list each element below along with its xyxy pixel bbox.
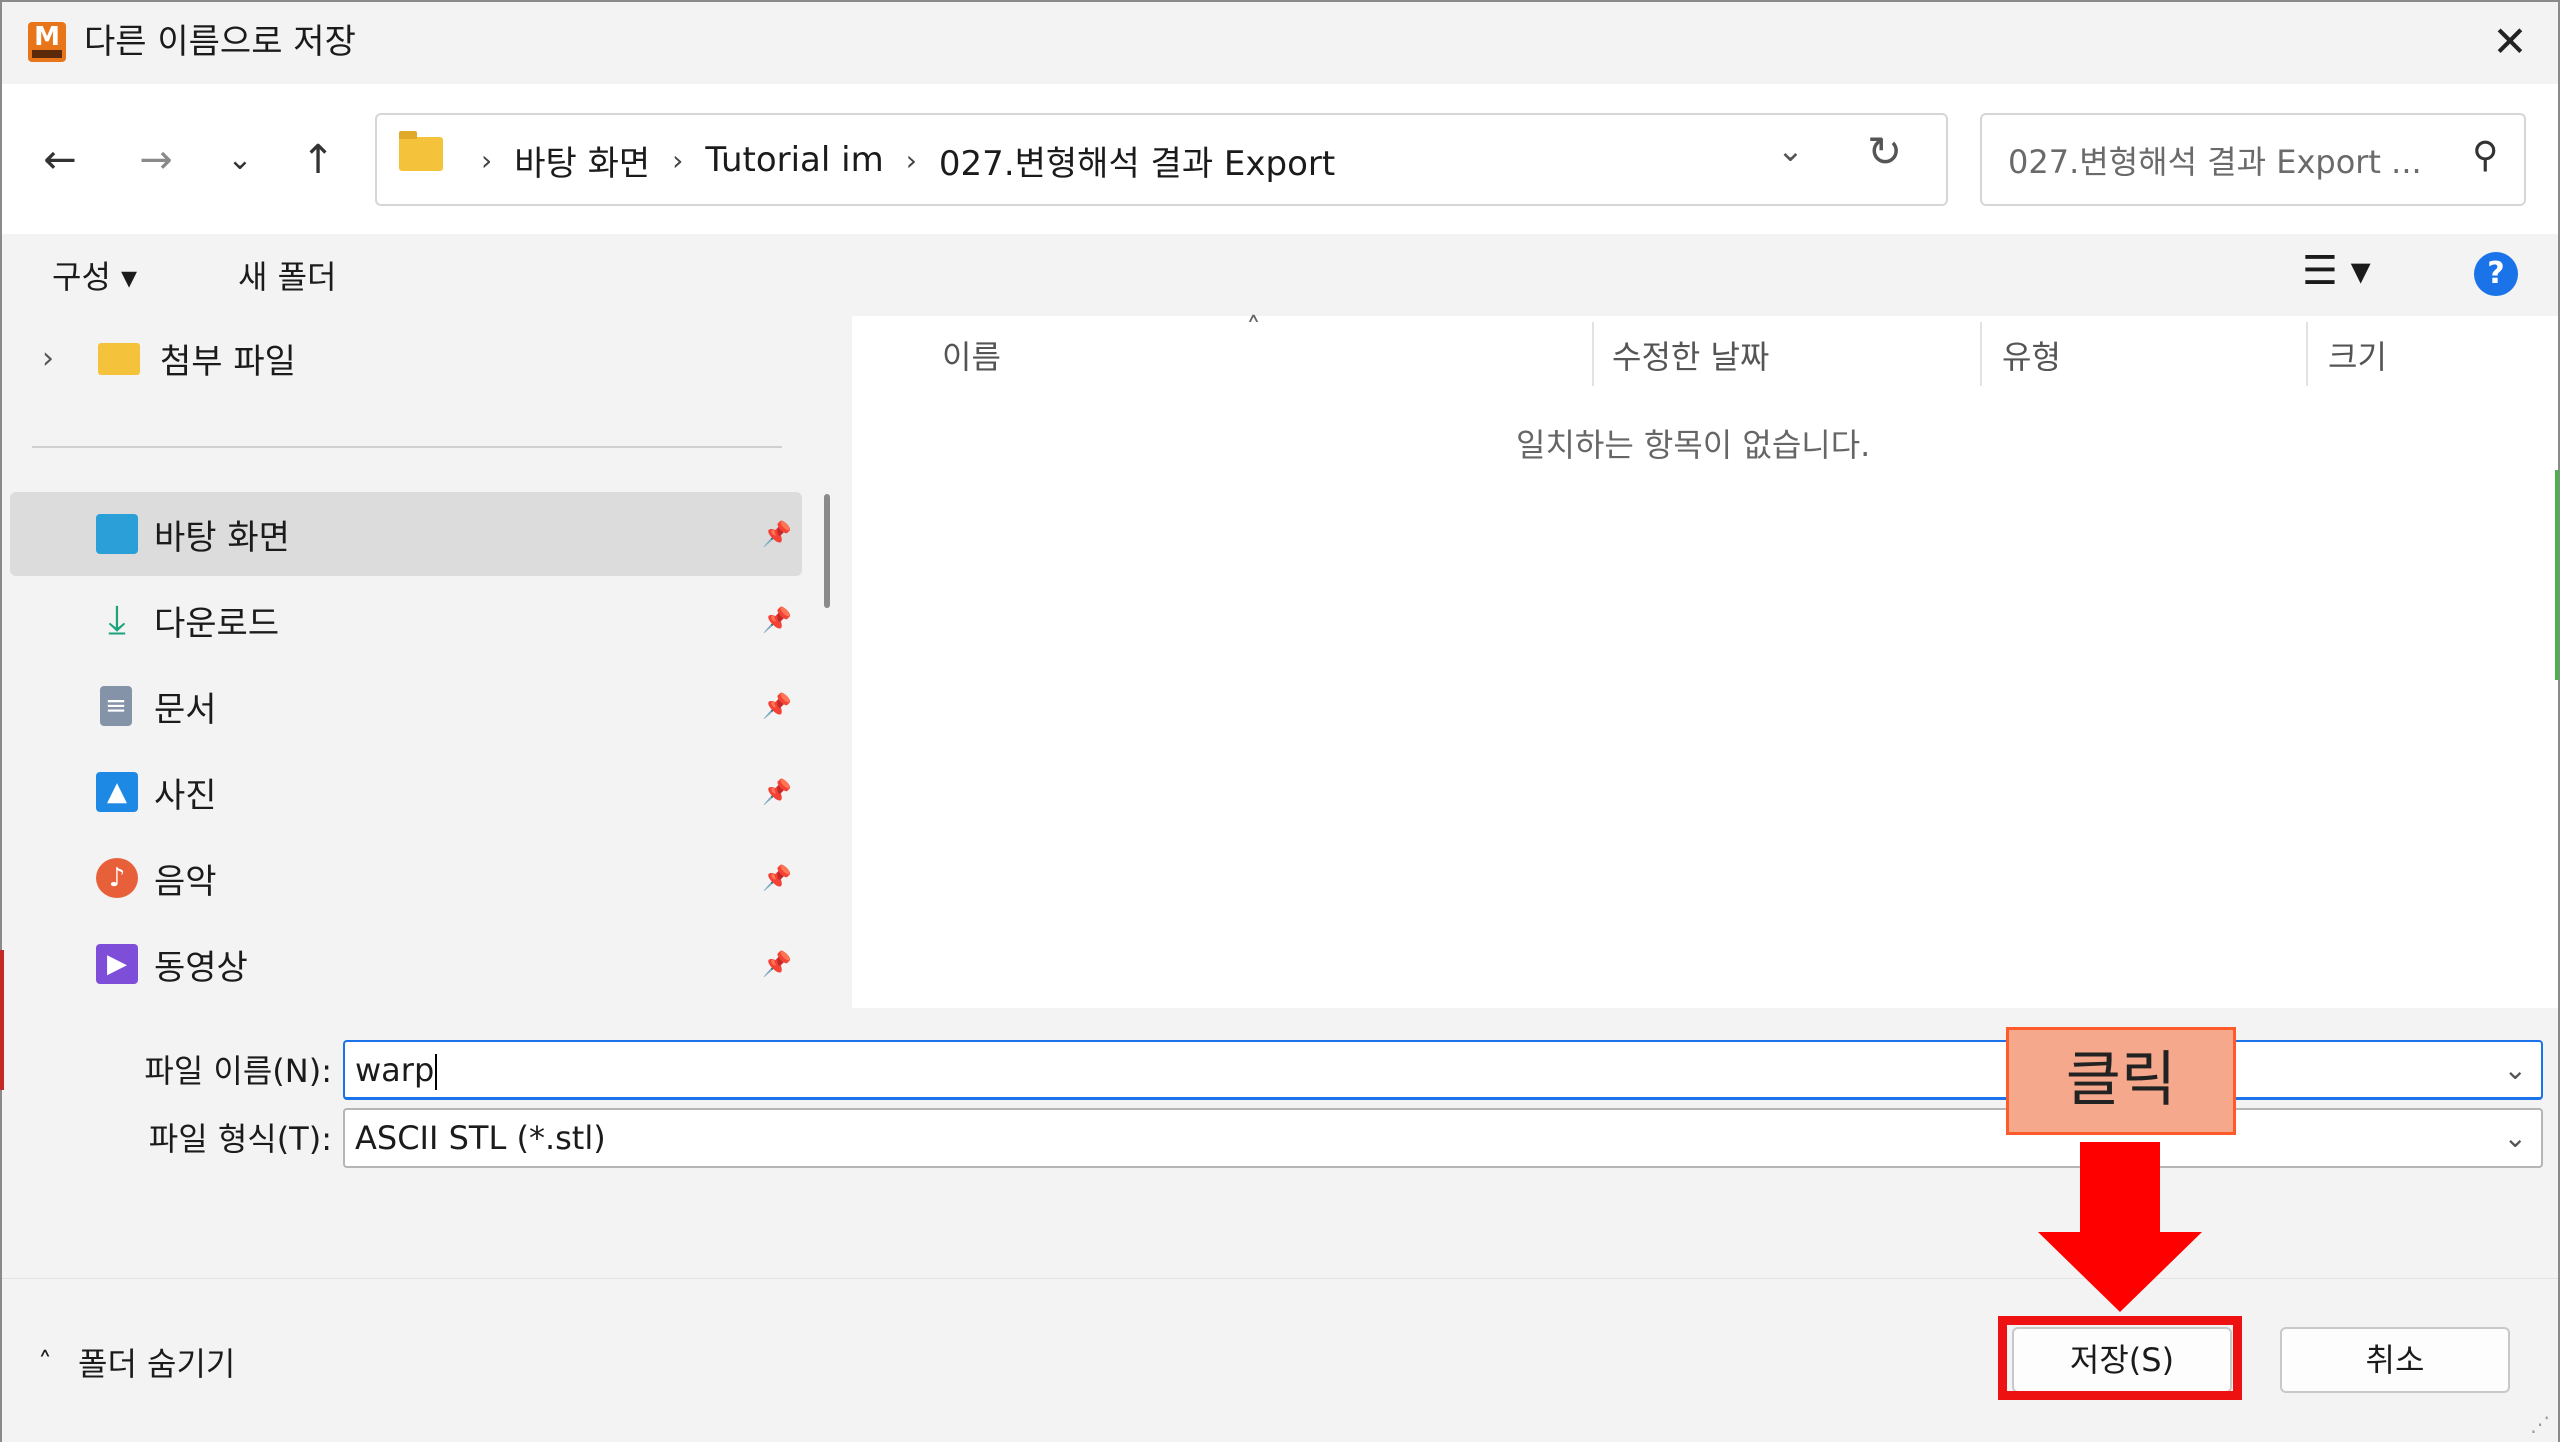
sidebar-item-label: 사진 <box>154 775 217 816</box>
sidebar-item-label: 동영상 <box>154 947 248 988</box>
save-as-dialog: M 다른 이름으로 저장 ✕ ← → ⌄ ↑ › 바탕 화면 › Tutoria… <box>0 0 2560 1442</box>
sidebar-item-downloads[interactable]: ⤓ 다운로드 📌 <box>10 578 802 662</box>
address-bar[interactable]: › 바탕 화면 › Tutorial im › 027.변형해석 결과 Expo… <box>375 113 1948 206</box>
empty-folder-message: 일치하는 항목이 없습니다. <box>1516 426 1871 464</box>
title-bar: M 다른 이름으로 저장 ✕ <box>2 2 2558 84</box>
annotation-arrow-head-icon <box>2038 1232 2202 1312</box>
sidebar-item-label: 음악 <box>154 861 217 902</box>
new-folder-button[interactable]: 새 폴더 <box>238 252 337 298</box>
sidebar-item-documents[interactable]: ≡ 문서 📌 <box>10 664 802 748</box>
sidebar-item-videos[interactable]: ▶ 동영상 📌 <box>10 922 802 1006</box>
search-placeholder: 027.변형해석 결과 Export ... <box>2008 143 2422 181</box>
refresh-button[interactable]: ↻ <box>1867 127 1902 176</box>
tree-item-attachments[interactable]: › 첨부 파일 <box>42 334 296 383</box>
chevron-up-icon: ˄ <box>38 1345 52 1379</box>
filetype-value: ASCII STL (*.stl) <box>355 1119 606 1157</box>
column-header-size[interactable]: 크기 <box>2328 332 2387 378</box>
close-button[interactable]: ✕ <box>2484 16 2536 68</box>
back-button[interactable]: ← <box>32 132 88 188</box>
sidebar-item-label: 문서 <box>154 689 217 730</box>
app-icon: M <box>28 22 66 62</box>
sidebar-item-music[interactable]: ♪ 음악 📌 <box>10 836 802 920</box>
address-dropdown-button[interactable]: ⌄ <box>1777 131 1804 169</box>
column-separator[interactable] <box>1592 322 1594 386</box>
navigation-bar: ← → ⌄ ↑ › 바탕 화면 › Tutorial im › 027.변형해석… <box>2 84 2558 234</box>
tree-item-label: 첨부 파일 <box>160 342 296 382</box>
video-icon: ▶ <box>96 944 138 984</box>
view-options-button[interactable]: ☰ ▾ <box>2302 248 2371 294</box>
pin-icon: 📌 <box>762 520 792 548</box>
recent-locations-button[interactable]: ⌄ <box>212 132 268 188</box>
desktop-icon <box>96 514 138 554</box>
column-separator[interactable] <box>2306 322 2308 386</box>
column-separator[interactable] <box>1980 322 1982 386</box>
cancel-button[interactable]: 취소 <box>2280 1327 2510 1393</box>
filename-label: 파일 이름(N): <box>144 1052 332 1090</box>
command-bar: 구성 ▾ 새 폴더 ☰ ▾ ? <box>2 234 2558 316</box>
sort-ascending-icon: ˄ <box>1246 312 1261 347</box>
breadcrumb-separator: › <box>481 143 493 177</box>
document-icon: ≡ <box>100 686 132 726</box>
hide-folders-label: 폴더 숨기기 <box>78 1345 236 1383</box>
file-list: ˄ 이름 수정한 날짜 유형 크기 일치하는 항목이 없습니다. <box>852 312 2558 1008</box>
pin-icon: 📌 <box>762 692 792 720</box>
expand-chevron-icon[interactable]: › <box>42 341 98 376</box>
breadcrumb-desktop[interactable]: 바탕 화면 <box>514 136 650 185</box>
sidebar-item-label: 다운로드 <box>154 603 280 644</box>
pin-icon: 📌 <box>762 864 792 892</box>
up-button[interactable]: ↑ <box>290 132 346 188</box>
filename-value: warp <box>355 1051 435 1089</box>
annotation-arrow-icon <box>2080 1142 2160 1240</box>
pin-icon: 📌 <box>762 778 792 806</box>
search-icon[interactable]: ⚲ <box>2472 135 2498 176</box>
breadcrumb-separator: › <box>905 143 917 177</box>
breadcrumb-tutorial[interactable]: Tutorial im <box>705 140 883 180</box>
sidebar-item-pictures[interactable]: ▲ 사진 📌 <box>10 750 802 834</box>
organize-menu-button[interactable]: 구성 ▾ <box>52 252 137 298</box>
annotation-click-label: 클릭 <box>2006 1027 2236 1135</box>
dialog-title: 다른 이름으로 저장 <box>84 22 356 62</box>
annotation-highlight-box <box>1998 1316 2242 1400</box>
column-header-type[interactable]: 유형 <box>2002 332 2061 378</box>
chevron-down-icon[interactable]: ⌄ <box>2504 1042 2527 1098</box>
breadcrumb-current-folder[interactable]: 027.변형해석 결과 Export <box>939 136 1335 185</box>
pin-icon: 📌 <box>762 950 792 978</box>
resize-grip-icon[interactable]: ⋰ <box>2530 1412 2550 1436</box>
chevron-down-icon[interactable]: ⌄ <box>2504 1110 2527 1166</box>
pin-icon: 📌 <box>762 606 792 634</box>
forward-button[interactable]: → <box>128 132 184 188</box>
folder-icon <box>399 131 443 171</box>
navigation-pane-scrollbar[interactable] <box>824 494 830 608</box>
divider <box>32 446 782 448</box>
picture-icon: ▲ <box>96 772 138 812</box>
column-header-name[interactable]: 이름 <box>942 332 1001 378</box>
breadcrumb-separator: › <box>672 143 684 177</box>
search-input[interactable]: 027.변형해석 결과 Export ... ⚲ <box>1980 113 2526 206</box>
download-icon: ⤓ <box>108 597 126 643</box>
folder-icon <box>98 342 140 375</box>
text-cursor <box>435 1054 438 1090</box>
hide-folders-button[interactable]: ˄ 폴더 숨기기 <box>38 1339 235 1385</box>
filetype-label: 파일 형식(T): <box>148 1120 332 1158</box>
sidebar-item-desktop[interactable]: 바탕 화면 📌 <box>10 492 802 576</box>
help-icon[interactable]: ? <box>2474 252 2518 296</box>
navigation-pane: › 첨부 파일 바탕 화면 📌 ⤓ 다운로드 📌 ≡ 문서 📌 ▲ 사진 📌 ♪… <box>2 316 810 1008</box>
sidebar-item-label: 바탕 화면 <box>154 517 290 558</box>
breadcrumb: › 바탕 화면 › Tutorial im › 027.변형해석 결과 Expo… <box>459 135 1335 185</box>
column-header-date-modified[interactable]: 수정한 날짜 <box>1612 332 1769 378</box>
background-window-edge <box>2555 470 2559 680</box>
music-icon: ♪ <box>96 858 138 898</box>
background-window-edge <box>0 950 4 1090</box>
